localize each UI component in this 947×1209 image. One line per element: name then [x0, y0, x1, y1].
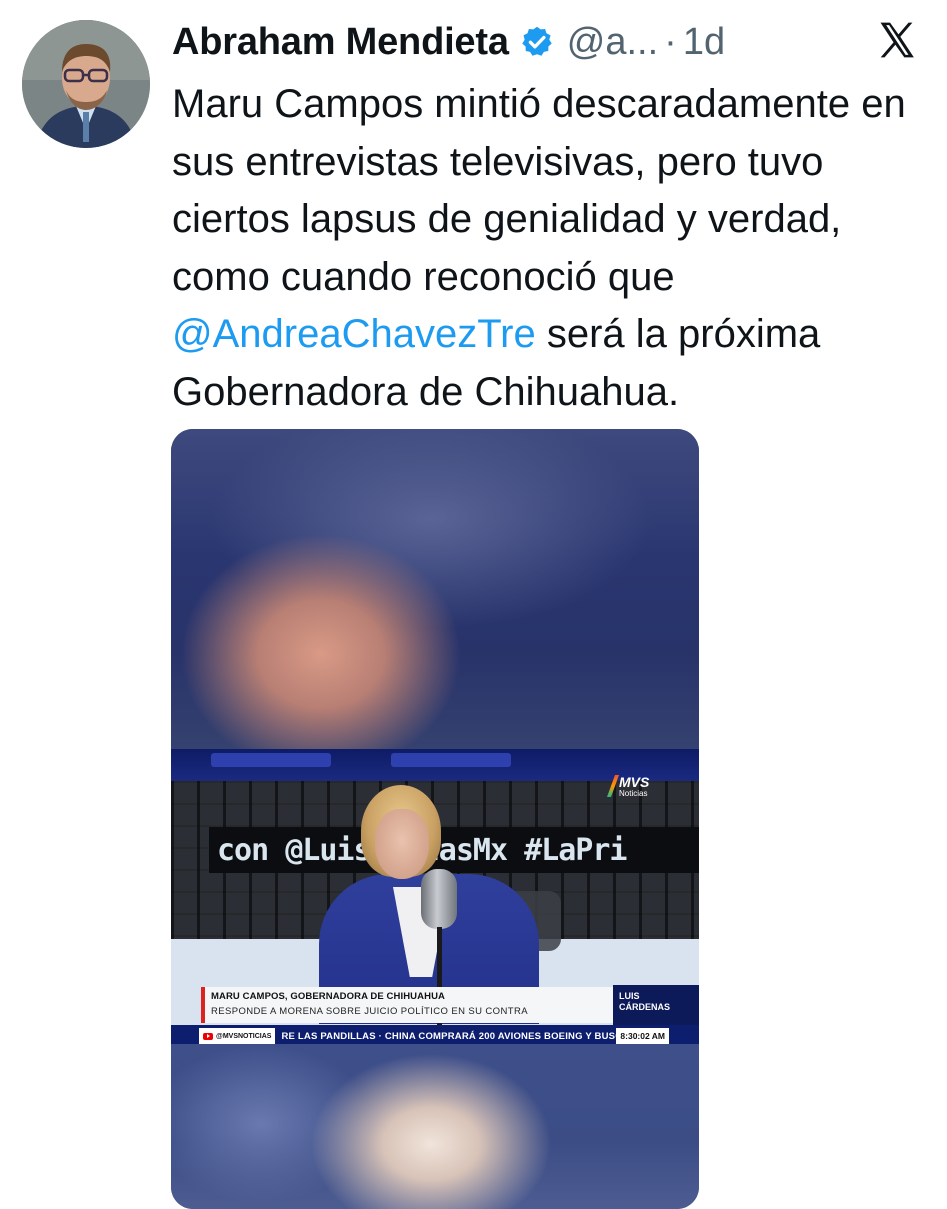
video-frame: con @LuisC enasMx #LaPri MVS Noticias MA…	[171, 749, 699, 1047]
tweet-header: Abraham Mendieta @a... · 1d	[172, 14, 925, 70]
youtube-icon	[203, 1032, 213, 1040]
tweet-text-part-1: Maru Campos mintió descaradamente en sus…	[172, 82, 906, 299]
mvs-channel-logo: MVS Noticias	[606, 774, 673, 803]
tweet-text: Maru Campos mintió descaradamente en sus…	[172, 76, 912, 421]
video-blurred-background-top	[171, 429, 699, 749]
video-blurred-background-bottom	[171, 1044, 699, 1209]
verified-badge-icon	[522, 26, 552, 56]
host-name-box: LUIS CÁRDENAS	[613, 985, 699, 1025]
avatar-image	[22, 20, 150, 148]
news-ticker-text: RE LAS PANDILLAS · CHINA COMPRARÁ 200 AV…	[281, 1030, 665, 1042]
mvs-logo-subtext: Noticias	[619, 789, 648, 798]
author-avatar[interactable]	[22, 20, 150, 148]
lower-third-subtitle: RESPONDE A MORENA SOBRE JUICIO POLÍTICO …	[211, 1006, 528, 1017]
tweet-media-video[interactable]: con @LuisC enasMx #LaPri MVS Noticias MA…	[171, 429, 699, 1209]
author-handle[interactable]: @a...	[567, 21, 658, 64]
studio-light	[391, 753, 511, 767]
post-time[interactable]: 1d	[683, 21, 725, 64]
mvs-logo-text: MVS	[619, 774, 650, 790]
studio-light	[211, 753, 331, 767]
mention-link[interactable]: @AndreaChavezTre	[172, 312, 536, 356]
host-first-name: LUIS	[619, 991, 640, 1001]
youtube-channel-tag: @MVSNOTICIAS	[199, 1028, 276, 1044]
lower-third-title: MARU CAMPOS, GOBERNADORA DE CHIHUAHUA	[211, 991, 445, 1002]
youtube-channel-name: @MVSNOTICIAS	[216, 1032, 272, 1040]
lower-third-caption: MARU CAMPOS, GOBERNADORA DE CHIHUAHUA RE…	[201, 987, 613, 1023]
led-ticker-sign: con @LuisC enasMx #LaPri	[209, 827, 699, 873]
x-logo-icon[interactable]	[875, 18, 919, 62]
author-name[interactable]: Abraham Mendieta	[172, 21, 509, 64]
separator-dot: ·	[664, 20, 677, 63]
microphone	[421, 869, 457, 929]
host-last-name: CÁRDENAS	[619, 1002, 671, 1012]
ticker-clock: 8:30:02 AM	[616, 1028, 669, 1044]
guest-face	[375, 809, 429, 879]
